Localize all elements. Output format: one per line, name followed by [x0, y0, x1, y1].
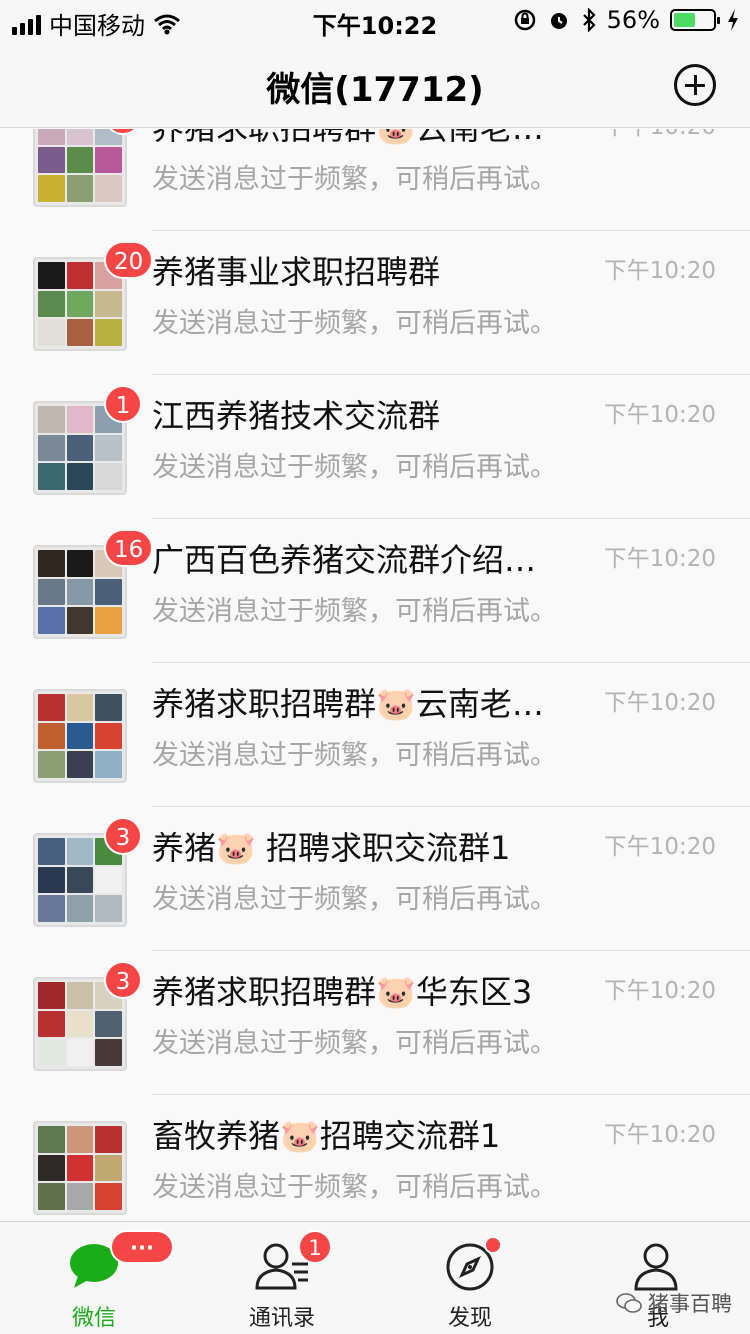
- tab-discover[interactable]: 发现: [376, 1222, 564, 1334]
- rotation-lock-icon: [514, 9, 535, 31]
- chat-name: 养猪求职招聘群🐷云南老…: [152, 685, 544, 723]
- page-title: 微信(17712): [266, 70, 484, 110]
- chat-preview: 发送消息过于频繁，可稍后再试。: [152, 164, 557, 195]
- tab-contacts[interactable]: 1 通讯录: [188, 1222, 376, 1334]
- person-icon: [634, 1243, 678, 1291]
- tab-chats-badge: ···: [110, 1230, 174, 1264]
- watermark: 猪事百聘: [616, 1288, 732, 1318]
- chat-name: 畜牧养猪🐷招聘交流群1: [152, 1117, 501, 1155]
- group-avatar: [33, 129, 127, 207]
- watermark-text: 猪事百聘: [648, 1292, 732, 1316]
- chat-preview: 发送消息过于频繁，可稍后再试。: [152, 740, 557, 771]
- plus-circle-icon[interactable]: [674, 64, 716, 106]
- chat-list[interactable]: 7养猪求职招聘群🐷云南老…发送消息过于频繁，可稍后再试。下午10:2020养猪事…: [0, 129, 750, 1221]
- bluetooth-icon: [582, 8, 596, 32]
- battery-percent: 56%: [606, 6, 660, 34]
- chat-time: 下午10:20: [604, 129, 716, 141]
- chat-preview: 发送消息过于频繁，可稍后再试。: [152, 1172, 557, 1203]
- charging-icon: [728, 9, 738, 31]
- unread-badge: 16: [104, 529, 154, 567]
- chat-time: 下午10:20: [603, 978, 716, 1004]
- chat-row[interactable]: 3 养猪求职招聘群🐷华东区3 发送消息过于频繁，可稍后再试。 下午10:20: [0, 951, 750, 1095]
- unread-badge: 1: [104, 385, 142, 423]
- status-bar: 中国移动 下午10:22 56%: [0, 0, 750, 40]
- chat-name: 养猪求职招聘群🐷云南老…: [152, 129, 582, 149]
- chat-preview: 发送消息过于频繁，可稍后再试。: [152, 884, 557, 915]
- chat-name: 养猪事业求职招聘群: [152, 253, 441, 291]
- chat-row[interactable]: 20 养猪事业求职招聘群发送消息过于频繁，可稍后再试。 下午10:20: [0, 231, 750, 375]
- tab-contacts-label: 通讯录: [248, 1306, 315, 1331]
- unread-badge: 3: [104, 961, 142, 999]
- wechat-logo-icon: [616, 1293, 642, 1313]
- group-avatar: [33, 689, 127, 783]
- chat-row[interactable]: 3 养猪🐷 招聘求职交流群1 发送消息过于频繁，可稍后再试。 下午10:20: [0, 807, 750, 951]
- battery-icon: [670, 9, 720, 31]
- tab-contacts-badge: 1: [298, 1230, 332, 1264]
- chat-name: 养猪🐷 招聘求职交流群1: [152, 829, 511, 867]
- chat-time: 下午10:20: [603, 1122, 716, 1148]
- chat-preview: 发送消息过于频繁，可稍后再试。: [152, 308, 557, 339]
- chat-name: 广西百色养猪交流群介绍…: [152, 541, 537, 579]
- group-avatar: [33, 1121, 127, 1215]
- chat-time: 下午10:20: [603, 690, 716, 716]
- tab-chats-label: 微信: [71, 1306, 116, 1331]
- chat-time: 下午10:20: [603, 834, 716, 860]
- chat-time: 下午10:20: [603, 402, 716, 428]
- nav-bar: 微信(17712): [0, 40, 750, 128]
- chat-time: 下午10:20: [603, 258, 716, 284]
- chat-name: 养猪求职招聘群🐷华东区3: [152, 973, 533, 1011]
- chat-time: 下午10:20: [603, 546, 716, 572]
- unread-badge: 20: [104, 241, 154, 279]
- chat-row[interactable]: 畜牧养猪🐷招聘交流群1 发送消息过于频繁，可稍后再试。 下午10:20: [0, 1095, 750, 1221]
- tab-chats[interactable]: ··· 微信: [0, 1222, 188, 1334]
- chat-preview: 发送消息过于频繁，可稍后再试。: [152, 596, 557, 627]
- chat-preview: 发送消息过于频繁，可稍后再试。: [152, 1028, 557, 1059]
- chat-name: 江西养猪技术交流群: [152, 397, 441, 435]
- alarm-icon: [550, 13, 567, 29]
- chat-row[interactable]: 1 江西养猪技术交流群发送消息过于频繁，可稍后再试。 下午10:20: [0, 375, 750, 519]
- tab-discover-label: 发现: [447, 1306, 492, 1331]
- unread-badge: 3: [104, 817, 142, 855]
- tab-discover-dot: [484, 1236, 502, 1254]
- chat-preview: 发送消息过于频繁，可稍后再试。: [152, 452, 557, 483]
- chat-row[interactable]: 养猪求职招聘群🐷云南老… 发送消息过于频繁，可稍后再试。 下午10:20: [0, 663, 750, 807]
- chat-row[interactable]: 16 广西百色养猪交流群介绍… 发送消息过于频繁，可稍后再试。 下午10:20: [0, 519, 750, 663]
- chat-row[interactable]: 7养猪求职招聘群🐷云南老…发送消息过于频繁，可稍后再试。下午10:20: [0, 129, 750, 231]
